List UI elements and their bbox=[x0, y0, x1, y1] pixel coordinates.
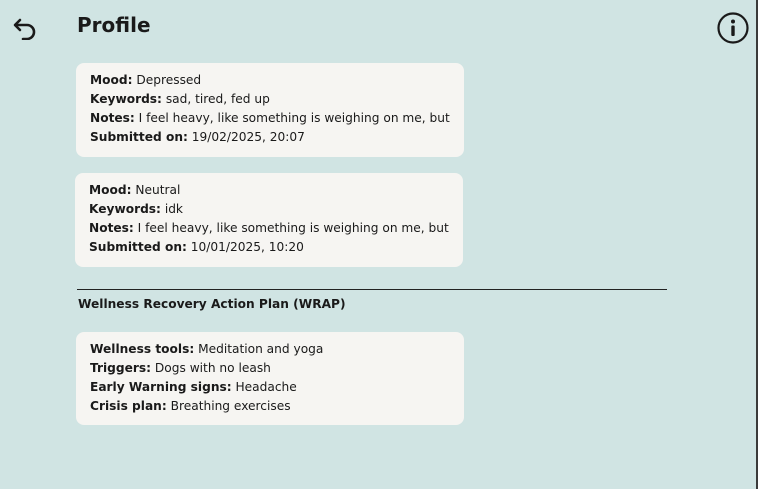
mood-value: Depressed bbox=[136, 73, 202, 87]
mood-value: Neutral bbox=[135, 183, 181, 197]
submitted-label: Submitted on: bbox=[90, 130, 188, 144]
submitted-row: Submitted on: 19/02/2025, 20:07 bbox=[90, 128, 450, 147]
page-title: Profile bbox=[77, 13, 151, 37]
crisis-plan-value: Breathing exercises bbox=[170, 399, 291, 413]
wrap-card[interactable]: Wellness tools: Meditation and yoga Trig… bbox=[76, 332, 464, 425]
info-button[interactable] bbox=[717, 12, 749, 44]
wellness-tools-row: Wellness tools: Meditation and yoga bbox=[90, 340, 450, 359]
mood-row: Mood: Depressed bbox=[90, 71, 450, 90]
mood-entry-card[interactable]: Mood: Depressed Keywords: sad, tired, fe… bbox=[76, 63, 464, 157]
triggers-row: Triggers: Dogs with no leash bbox=[90, 359, 450, 378]
notes-row: Notes: I feel heavy, like something is w… bbox=[90, 109, 450, 128]
mood-entry-card[interactable]: Mood: Neutral Keywords: idk Notes: I fee… bbox=[75, 173, 463, 267]
triggers-value: Dogs with no leash bbox=[154, 361, 271, 375]
section-divider bbox=[77, 289, 667, 290]
notes-value: I feel heavy, like something is weighing… bbox=[137, 221, 449, 235]
back-button[interactable] bbox=[12, 14, 40, 41]
wellness-tools-value: Meditation and yoga bbox=[198, 342, 324, 356]
wrap-section-title: Wellness Recovery Action Plan (WRAP) bbox=[78, 297, 346, 311]
notes-label: Notes: bbox=[89, 221, 134, 235]
notes-value: I feel heavy, like something is weighing… bbox=[138, 111, 450, 125]
undo-arrow-icon bbox=[13, 18, 36, 41]
submitted-row: Submitted on: 10/01/2025, 10:20 bbox=[89, 238, 449, 257]
wellness-tools-label: Wellness tools: bbox=[90, 342, 195, 356]
keywords-value: idk bbox=[164, 202, 183, 216]
info-circle-icon bbox=[717, 12, 749, 44]
mood-label: Mood: bbox=[90, 73, 133, 87]
keywords-label: Keywords: bbox=[89, 202, 161, 216]
triggers-label: Triggers: bbox=[90, 361, 152, 375]
warning-signs-value: Headache bbox=[235, 380, 297, 394]
submitted-value: 10/01/2025, 10:20 bbox=[190, 240, 304, 254]
notes-row: Notes: I feel heavy, like something is w… bbox=[89, 219, 449, 238]
crisis-plan-label: Crisis plan: bbox=[90, 399, 167, 413]
notes-label: Notes: bbox=[90, 111, 135, 125]
mood-row: Mood: Neutral bbox=[89, 181, 449, 200]
mood-label: Mood: bbox=[89, 183, 132, 197]
submitted-label: Submitted on: bbox=[89, 240, 187, 254]
crisis-plan-row: Crisis plan: Breathing exercises bbox=[90, 397, 450, 416]
warning-signs-label: Early Warning signs: bbox=[90, 380, 232, 394]
keywords-value: sad, tired, fed up bbox=[165, 92, 270, 106]
keywords-row: Keywords: idk bbox=[89, 200, 449, 219]
submitted-value: 19/02/2025, 20:07 bbox=[191, 130, 305, 144]
keywords-row: Keywords: sad, tired, fed up bbox=[90, 90, 450, 109]
keywords-label: Keywords: bbox=[90, 92, 162, 106]
warning-signs-row: Early Warning signs: Headache bbox=[90, 378, 450, 397]
